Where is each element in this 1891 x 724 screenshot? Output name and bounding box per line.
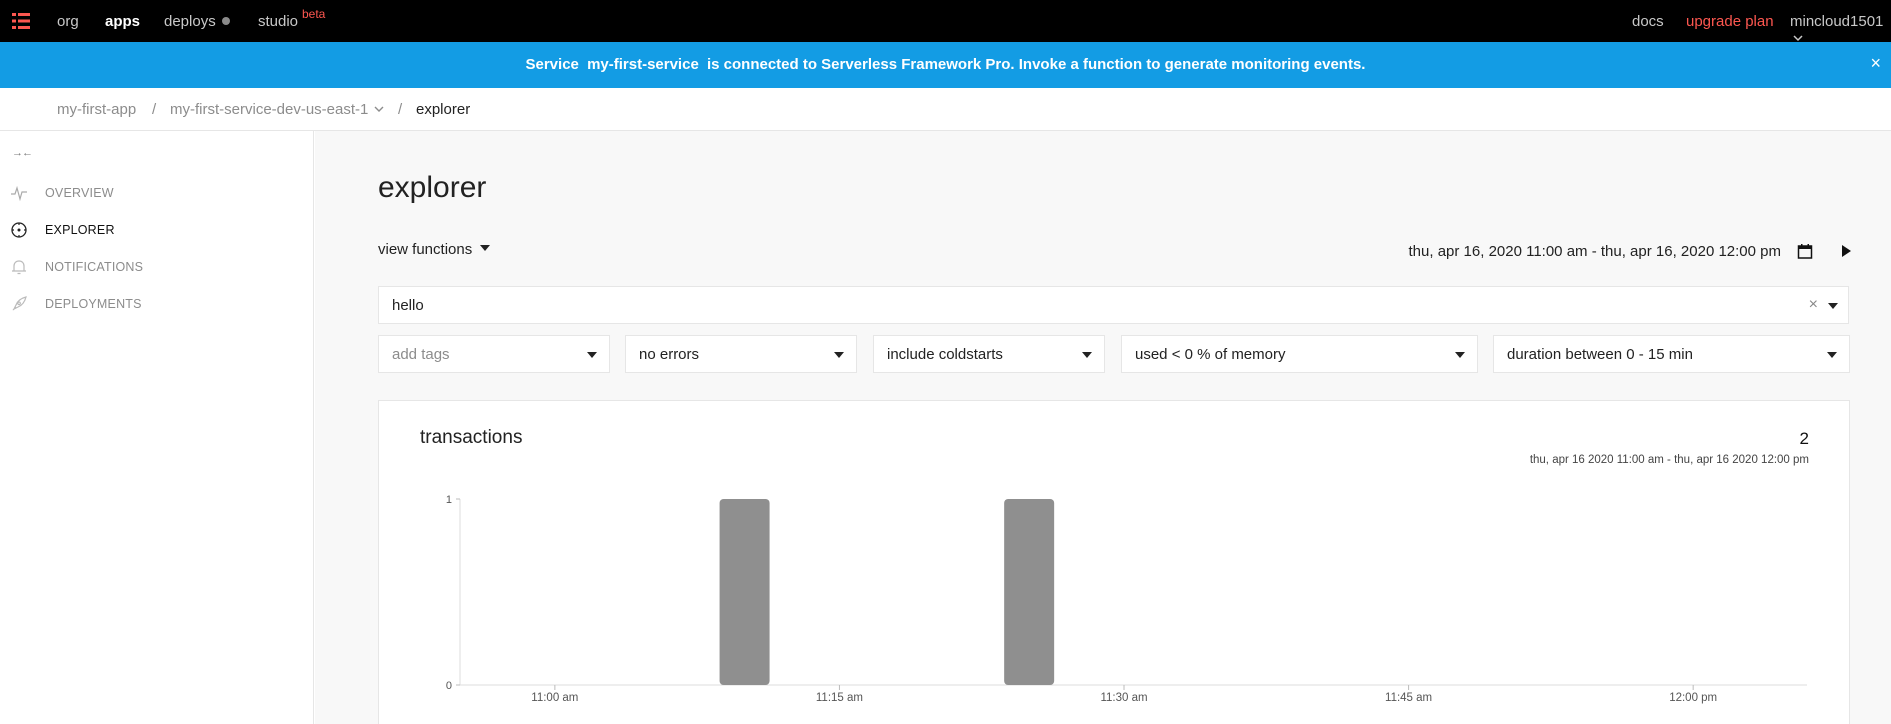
function-select[interactable]: hello ×	[378, 286, 1849, 324]
view-functions-dropdown[interactable]: view functions	[378, 241, 491, 258]
banner-service-name: my-first-service	[587, 56, 699, 73]
breadcrumb-app[interactable]: my-first-app	[57, 101, 136, 118]
chevron-down-icon	[374, 106, 384, 112]
docs-link[interactable]: docs	[1632, 13, 1664, 30]
page-title: explorer	[378, 171, 487, 204]
sidebar-item-label: NOTIFICATIONS	[45, 260, 144, 274]
breadcrumb: my-first-app / my-first-service-dev-us-e…	[0, 88, 1891, 131]
x-tick-label: 11:30 am	[1100, 692, 1147, 704]
x-tick-label: 11:45 am	[1385, 692, 1432, 704]
sidebar: →← OVERVIEW EXPLORER NOTIFICATIONS DEPLO…	[0, 131, 314, 724]
nav-deploys-label: deploys	[164, 13, 216, 30]
breadcrumb-service[interactable]: my-first-service-dev-us-east-1	[170, 101, 384, 118]
beta-badge: beta	[302, 7, 326, 21]
sidebar-item-notifications[interactable]: NOTIFICATIONS	[10, 256, 143, 278]
compass-icon	[11, 222, 27, 238]
sidebar-item-label: OVERVIEW	[45, 186, 114, 200]
breadcrumb-current: explorer	[416, 101, 471, 118]
rocket-icon	[12, 296, 27, 311]
dropdown-arrow-icon[interactable]	[1828, 303, 1838, 309]
sidebar-item-overview[interactable]: OVERVIEW	[10, 182, 114, 204]
top-nav: org apps deploys studio beta docs upgrad…	[0, 0, 1891, 42]
sidebar-item-label: EXPLORER	[45, 223, 115, 237]
main-content: explorer view functions thu, apr 16, 202…	[315, 131, 1891, 724]
duration-filter-value: duration between 0 - 15 min	[1507, 346, 1693, 363]
banner-prefix: Service	[525, 56, 579, 73]
bar	[719, 499, 770, 685]
x-tick-label: 11:15 am	[816, 692, 863, 704]
collapse-sidebar-icon[interactable]: →←	[12, 147, 33, 159]
tags-filter-placeholder: add tags	[392, 346, 450, 363]
x-tick-label: 11:00 am	[531, 692, 578, 704]
dropdown-arrow-icon	[587, 352, 597, 358]
nav-deploys[interactable]: deploys	[164, 13, 230, 30]
errors-filter[interactable]: no errors	[625, 335, 857, 373]
status-dot-icon	[221, 17, 230, 25]
nav-apps[interactable]: apps	[105, 13, 140, 30]
tags-filter[interactable]: add tags	[378, 335, 610, 373]
dropdown-arrow-icon	[834, 352, 844, 358]
duration-filter[interactable]: duration between 0 - 15 min	[1493, 335, 1850, 373]
sidebar-item-deployments[interactable]: DEPLOYMENTS	[10, 293, 142, 315]
clear-icon[interactable]: ×	[1809, 296, 1818, 314]
caret-down-icon	[480, 245, 491, 251]
y-tick-label: 1	[446, 494, 452, 506]
account-name: mincloud1501	[1790, 13, 1884, 30]
sidebar-item-explorer[interactable]: EXPLORER	[10, 219, 115, 241]
date-range-label[interactable]: thu, apr 16, 2020 11:00 am - thu, apr 16…	[1409, 243, 1781, 260]
breadcrumb-separator: /	[152, 101, 157, 118]
breadcrumb-service-label: my-first-service-dev-us-east-1	[170, 101, 369, 118]
coldstarts-filter[interactable]: include coldstarts	[873, 335, 1105, 373]
nav-org[interactable]: org	[57, 13, 79, 30]
memory-filter-value: used < 0 % of memory	[1135, 346, 1286, 363]
view-functions-label: view functions	[378, 241, 473, 258]
banner-message: Service my-first-service is connected to…	[0, 56, 1891, 73]
nav-studio[interactable]: studio	[258, 13, 298, 30]
x-tick-label: 12:00 pm	[1669, 692, 1717, 704]
serverless-logo-icon[interactable]	[12, 13, 30, 29]
banner-suffix: is connected to Serverless Framework Pro…	[706, 56, 1366, 73]
calendar-icon[interactable]	[1797, 243, 1813, 259]
info-banner: Service my-first-service is connected to…	[0, 42, 1891, 88]
close-icon[interactable]: ×	[1870, 53, 1881, 74]
bell-icon	[12, 260, 26, 275]
play-icon[interactable]	[1842, 245, 1851, 257]
dropdown-arrow-icon	[1455, 352, 1465, 358]
transactions-chart: 0 1 11:00 am 11:15 am 11:30 am 11:45 am 12:00 …	[446, 494, 1807, 704]
sidebar-item-label: DEPLOYMENTS	[45, 297, 142, 311]
coldstarts-filter-value: include coldstarts	[887, 346, 1003, 363]
dropdown-arrow-icon	[1082, 352, 1092, 358]
transactions-card: transactions 2 thu, apr 16 2020 11:00 am…	[378, 400, 1850, 724]
breadcrumb-separator: /	[398, 101, 403, 118]
upgrade-plan-link[interactable]: upgrade plan	[1686, 13, 1774, 30]
activity-icon	[11, 185, 27, 202]
bar	[1004, 499, 1055, 685]
dropdown-arrow-icon	[1827, 352, 1837, 358]
y-tick-label: 0	[446, 680, 452, 692]
errors-filter-value: no errors	[639, 346, 700, 363]
chevron-down-icon	[1793, 35, 1803, 42]
function-select-value: hello	[392, 297, 424, 314]
memory-filter[interactable]: used < 0 % of memory	[1121, 335, 1478, 373]
